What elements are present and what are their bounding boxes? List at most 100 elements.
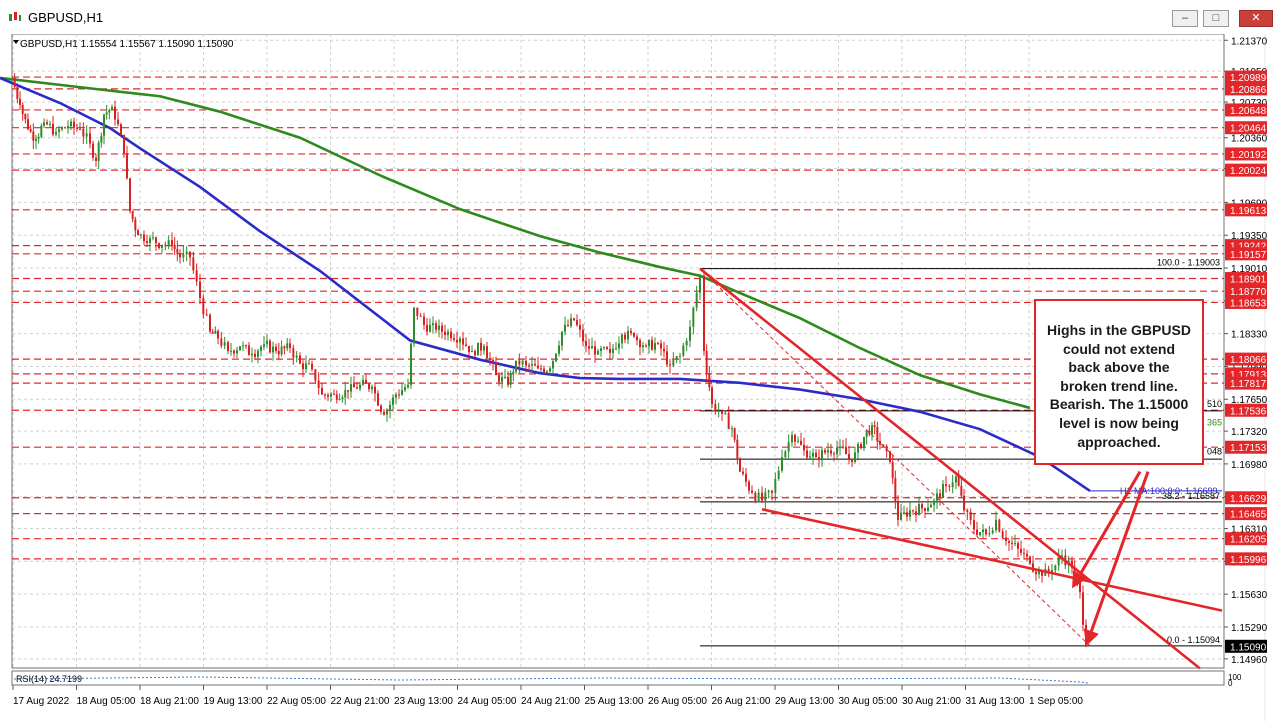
candle-body [921, 504, 923, 509]
candle-body [552, 361, 554, 369]
x-tick-label: 25 Aug 13:00 [585, 696, 644, 707]
candle-body [815, 452, 817, 458]
candle-body [450, 331, 452, 339]
candle-body [131, 211, 134, 220]
candle-body [85, 133, 88, 137]
candle-body [117, 119, 119, 125]
x-tick-label: 30 Aug 21:00 [902, 696, 961, 707]
candle-body [486, 346, 488, 359]
candle-body [679, 355, 681, 357]
candle-body [453, 338, 455, 340]
candle-body [733, 428, 736, 440]
candle-body [851, 458, 853, 462]
candle-body [1029, 556, 1031, 564]
candle-body [612, 348, 614, 353]
candle-body [624, 334, 626, 340]
candle-body [512, 371, 515, 374]
candle-body [383, 411, 385, 415]
candle-body [845, 446, 847, 455]
candle-body [963, 495, 965, 511]
y-tick-label: 1.15290 [1231, 623, 1268, 634]
candle-body [995, 519, 997, 531]
candle-body [865, 430, 868, 437]
candle-body [266, 340, 268, 345]
close-button[interactable]: ✕ [1239, 10, 1273, 27]
candle-body [507, 376, 509, 385]
candle-body [21, 104, 24, 115]
candle-body [873, 425, 876, 428]
level-price-label: 1.20648 [1230, 106, 1267, 117]
candle-body [982, 529, 984, 533]
minimize-button[interactable]: – [1172, 10, 1198, 27]
candle-body [483, 346, 485, 351]
candle-body [528, 365, 530, 367]
candle-body [64, 127, 66, 129]
y-tick-label: 1.16980 [1231, 460, 1268, 471]
candle-body [401, 390, 403, 395]
candle-body [672, 360, 675, 366]
candle-body [299, 355, 301, 364]
candle-body [205, 314, 208, 316]
candle-body [521, 360, 524, 365]
candle-body [606, 347, 608, 349]
candle-body [58, 129, 60, 132]
level-price-label: 1.20464 [1230, 124, 1267, 135]
level-price-label: 1.20192 [1230, 150, 1267, 161]
candle-body [588, 346, 590, 349]
candle-body [73, 121, 75, 128]
candle-body [19, 98, 21, 105]
annotation-box: Highs in the GBPUSD could not extend bac… [1034, 299, 1204, 465]
candle-body [727, 413, 730, 429]
annotation-line: level is now being [1059, 414, 1179, 431]
candle-body [263, 344, 265, 347]
candle-body [24, 114, 27, 120]
candle-body [295, 355, 298, 358]
candle-body [705, 351, 708, 374]
candle-body [576, 320, 578, 326]
x-tick-label: 29 Aug 13:00 [775, 696, 834, 707]
annotation-line: approached. [1077, 433, 1161, 450]
candle-body [389, 405, 391, 411]
y-tick-label: 1.17320 [1231, 427, 1268, 438]
candle-body [871, 425, 873, 435]
candle-body [126, 153, 128, 179]
candle-body [689, 326, 691, 341]
candle-body [489, 358, 491, 360]
candle-body [111, 106, 113, 110]
x-tick-label: 31 Aug 13:00 [966, 696, 1025, 707]
maximize-button[interactable]: □ [1203, 10, 1229, 27]
candle-body [836, 447, 838, 455]
candle-body [930, 504, 932, 508]
candle-body [92, 143, 94, 158]
candle-body [70, 121, 72, 127]
x-tick-label: 18 Aug 21:00 [140, 696, 199, 707]
candle-body [114, 106, 116, 120]
candle-body [230, 350, 232, 352]
candle-body [504, 376, 506, 378]
candle-body [969, 511, 972, 521]
candle-body [960, 485, 963, 496]
fib-partial-label: 365 [1207, 417, 1222, 427]
candle-body [350, 384, 352, 392]
candle-body [43, 122, 45, 126]
level-price-label: 1.19613 [1230, 206, 1267, 217]
candle-body [179, 253, 181, 258]
candle-body [717, 410, 720, 412]
candle-body [973, 520, 975, 530]
level-price-label: 1.20989 [1230, 73, 1267, 84]
candle-body [501, 376, 503, 382]
candle-body [736, 439, 739, 460]
x-tick-label: 26 Aug 21:00 [712, 696, 771, 707]
candle-body [645, 345, 647, 347]
candle-body [939, 493, 941, 498]
level-price-label: 1.20024 [1230, 166, 1267, 177]
candle-body [76, 127, 78, 129]
candle-body [555, 353, 557, 362]
candle-body [308, 363, 310, 365]
candle-body [774, 478, 777, 493]
candle-body [254, 353, 256, 357]
candle-body [416, 307, 419, 316]
candle-body [543, 368, 545, 373]
candle-body [654, 343, 656, 350]
candle-body [37, 136, 40, 139]
